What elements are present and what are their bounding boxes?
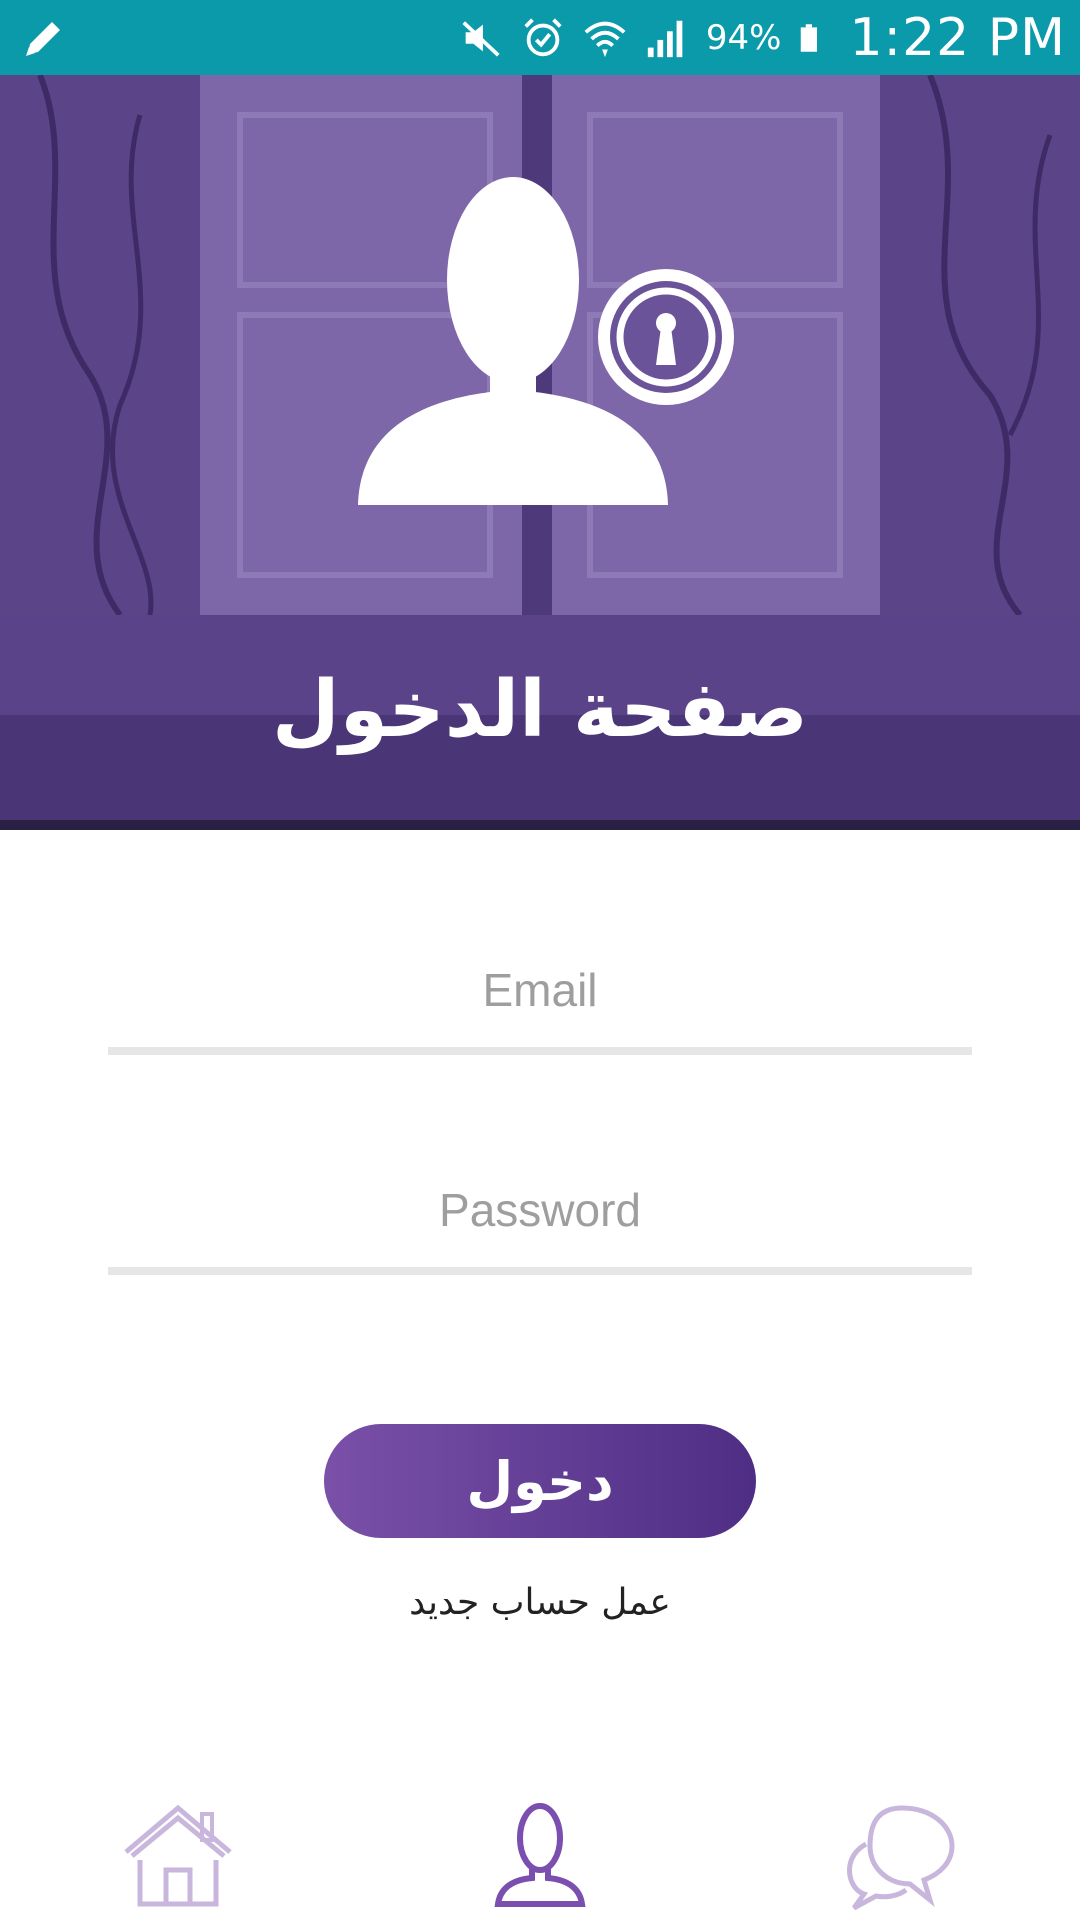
pencil-icon [26, 22, 60, 56]
home-icon [124, 1804, 232, 1907]
password-field[interactable] [108, 1155, 972, 1265]
password-field-wrapper [108, 1155, 972, 1275]
user-icon [494, 1803, 586, 1907]
user-lock-icon [358, 177, 734, 505]
clock: 1:22 PM [849, 7, 1066, 68]
bottom-nav [0, 1780, 1080, 1920]
status-bar: 94% 1:22 PM [0, 0, 1080, 75]
mute-icon [462, 20, 500, 57]
register-link[interactable]: عمل حساب جديد [0, 1582, 1080, 1623]
wifi-icon [584, 21, 626, 57]
email-field-wrapper [108, 935, 972, 1055]
email-underline [108, 1047, 972, 1055]
email-field[interactable] [108, 935, 972, 1045]
chat-icon [847, 1805, 955, 1910]
nav-profile[interactable] [480, 1800, 600, 1910]
signal-icon [647, 20, 683, 57]
battery-icon [801, 23, 818, 52]
page-title: صفحة الدخول [271, 665, 809, 755]
nav-chat[interactable] [840, 1800, 960, 1910]
nav-home[interactable] [118, 1800, 238, 1910]
alarm-icon [524, 17, 562, 56]
login-button[interactable]: دخول [324, 1424, 756, 1538]
hero-banner: صفحة الدخول [0, 75, 1080, 830]
battery-percent: 94% [705, 17, 782, 58]
password-underline [108, 1267, 972, 1275]
